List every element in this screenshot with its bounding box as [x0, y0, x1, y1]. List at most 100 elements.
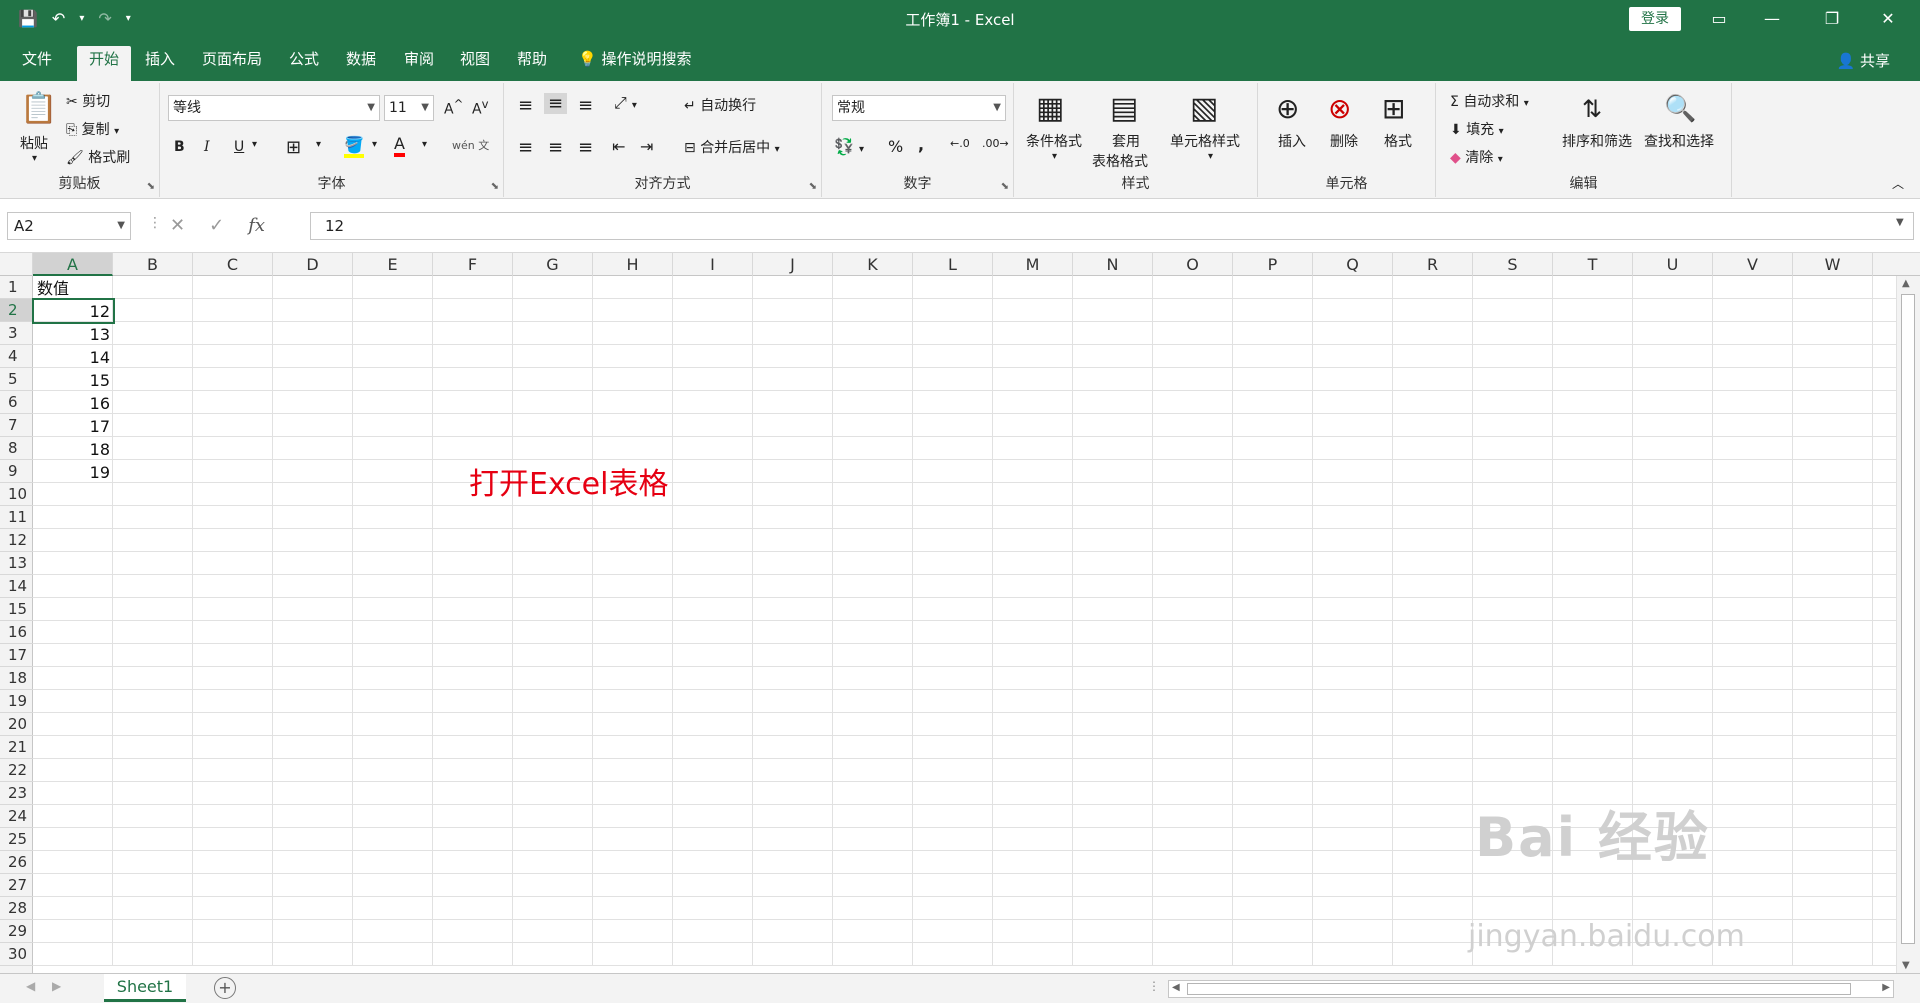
row-header-1[interactable]: 1 — [0, 276, 33, 299]
fill-color-dropdown-icon[interactable]: ▾ — [372, 139, 377, 150]
clear-button[interactable]: ◆ 清除 ▾ — [1450, 147, 1503, 167]
cell-A9[interactable]: 19 — [33, 461, 110, 484]
tab-formulas[interactable]: 公式 — [289, 48, 319, 81]
cell-styles-button[interactable]: 单元格样式 — [1170, 131, 1240, 151]
decrease-decimal-icon[interactable]: .00→ — [982, 137, 1009, 150]
font-size-combo[interactable]: 11 ▼ — [384, 95, 434, 121]
cell-A6[interactable]: 16 — [33, 392, 110, 415]
column-header-V[interactable]: V — [1713, 253, 1793, 276]
share-button[interactable]: 👤 共享 — [1837, 50, 1890, 71]
close-icon[interactable]: ✕ — [1866, 4, 1910, 34]
row-header-2[interactable]: 2 — [0, 299, 33, 322]
column-header-I[interactable]: I — [673, 253, 753, 276]
row-header-3[interactable]: 3 — [0, 322, 33, 345]
worksheet-grid[interactable]: ABCDEFGHIJKLMNOPQRSTUVW 1 2 3 4 5 6 7 8 9 10 11 12 1… — [0, 253, 1920, 973]
row-header-16[interactable]: 16 — [0, 621, 33, 644]
cell-A8[interactable]: 18 — [33, 438, 110, 461]
login-button[interactable]: 登录 — [1629, 7, 1681, 31]
row-header-21[interactable]: 21 — [0, 736, 33, 759]
tab-data[interactable]: 数据 — [346, 48, 376, 81]
underline-dropdown-icon[interactable]: ▾ — [252, 139, 257, 150]
row-header-24[interactable]: 24 — [0, 805, 33, 828]
autosum-button[interactable]: Σ 自动求和 ▾ — [1450, 91, 1529, 111]
row-header-27[interactable]: 27 — [0, 874, 33, 897]
decrease-indent-icon[interactable]: ⇤ — [612, 137, 625, 156]
cell-A4[interactable]: 14 — [33, 346, 110, 369]
magnifier-icon[interactable]: 🔍 — [1664, 91, 1700, 127]
copy-button[interactable]: ⎘ 复制 ▾ — [66, 119, 119, 139]
row-header-5[interactable]: 5 — [0, 368, 33, 391]
horizontal-scrollbar[interactable]: ◀ ▶ — [1168, 980, 1894, 998]
align-left-icon[interactable]: ≡ — [518, 137, 533, 158]
tab-help[interactable]: 帮助 — [517, 48, 547, 81]
font-color-dropdown-icon[interactable]: ▾ — [422, 139, 427, 150]
align-middle-icon[interactable]: ≡ — [544, 93, 568, 114]
minimize-icon[interactable]: — — [1750, 4, 1794, 34]
increase-font-icon[interactable]: A^ — [444, 97, 463, 118]
row-header-15[interactable]: 15 — [0, 598, 33, 621]
cell-A7[interactable]: 17 — [33, 415, 110, 438]
row-header-10[interactable]: 10 — [0, 483, 33, 506]
row-header-19[interactable]: 19 — [0, 690, 33, 713]
align-center-icon[interactable]: ≡ — [548, 137, 563, 158]
wrap-text-button[interactable]: ↵ 自动换行 — [684, 95, 756, 115]
accounting-icon[interactable]: 💱 ▾ — [834, 137, 864, 156]
row-header-4[interactable]: 4 — [0, 345, 33, 368]
format-as-table-line2[interactable]: 表格格式 — [1092, 151, 1148, 171]
row-header-9[interactable]: 9 — [0, 460, 33, 483]
prev-sheet-icon[interactable]: ◀ — [26, 979, 35, 993]
add-sheet-button[interactable]: + — [214, 977, 236, 999]
comma-button[interactable]: , — [918, 135, 924, 154]
next-sheet-icon[interactable]: ▶ — [52, 979, 61, 993]
italic-button[interactable]: I — [204, 139, 210, 155]
collapse-ribbon-icon[interactable]: ︿ — [1892, 175, 1904, 192]
font-launcher-icon[interactable]: ⬊ — [491, 181, 499, 192]
column-header-S[interactable]: S — [1473, 253, 1553, 276]
row-header-7[interactable]: 7 — [0, 414, 33, 437]
merge-center-button[interactable]: ⊟ 合并后居中 ▾ — [684, 137, 780, 157]
column-header-T[interactable]: T — [1553, 253, 1633, 276]
paste-icon[interactable]: 📋 — [20, 91, 57, 127]
column-header-K[interactable]: K — [833, 253, 913, 276]
column-header-W[interactable]: W — [1793, 253, 1873, 276]
tab-view[interactable]: 视图 — [460, 48, 490, 81]
row-header-30[interactable]: 30 — [0, 943, 33, 966]
tab-home[interactable]: 开始 — [77, 46, 132, 81]
column-header-P[interactable]: P — [1233, 253, 1313, 276]
borders-icon[interactable]: ⊞ — [286, 137, 301, 158]
increase-indent-icon[interactable]: ⇥ — [640, 137, 653, 156]
row-header-18[interactable]: 18 — [0, 667, 33, 690]
paste-dropdown-icon[interactable]: ▾ — [32, 153, 37, 164]
row-header-11[interactable]: 11 — [0, 506, 33, 529]
cell-A5[interactable]: 15 — [33, 369, 110, 392]
format-as-table-line1[interactable]: 套用 — [1112, 131, 1140, 151]
cancel-icon[interactable]: ✕ — [170, 212, 185, 240]
number-format-combo[interactable]: 常规 ▼ — [832, 95, 1006, 121]
name-box[interactable]: A2 ▼ — [7, 212, 131, 240]
scroll-up-icon[interactable]: ▲ — [1902, 278, 1910, 289]
row-header-26[interactable]: 26 — [0, 851, 33, 874]
vertical-scrollbar[interactable]: ▲ ▼ — [1896, 276, 1920, 973]
row-header-17[interactable]: 17 — [0, 644, 33, 667]
sheet-tab-sheet1[interactable]: Sheet1 — [104, 974, 186, 1002]
column-header-J[interactable]: J — [753, 253, 833, 276]
row-header-29[interactable]: 29 — [0, 920, 33, 943]
percent-button[interactable]: % — [888, 137, 903, 156]
align-right-icon[interactable]: ≡ — [578, 137, 593, 158]
column-header-E[interactable]: E — [353, 253, 433, 276]
restore-icon[interactable]: ❐ — [1810, 4, 1854, 34]
scroll-left-icon[interactable]: ◀ — [1172, 982, 1180, 993]
column-header-D[interactable]: D — [273, 253, 353, 276]
orientation-icon[interactable]: ⤢ ▾ — [614, 93, 637, 113]
format-cells-button[interactable]: 格式 — [1384, 131, 1412, 151]
column-header-C[interactable]: C — [193, 253, 273, 276]
phonetic-guide-icon[interactable]: wén 文 — [452, 137, 489, 153]
horizontal-scroll-thumb[interactable] — [1187, 983, 1851, 995]
number-launcher-icon[interactable]: ⬊ — [1001, 181, 1009, 192]
scroll-right-icon[interactable]: ▶ — [1882, 982, 1890, 993]
format-as-table-icon[interactable]: ▤ — [1110, 91, 1146, 127]
clipboard-launcher-icon[interactable]: ⬊ — [147, 181, 155, 192]
tab-review[interactable]: 审阅 — [404, 48, 434, 81]
conditional-format-icon[interactable]: ▦ — [1036, 91, 1072, 127]
tab-file[interactable]: 文件 — [22, 48, 52, 81]
